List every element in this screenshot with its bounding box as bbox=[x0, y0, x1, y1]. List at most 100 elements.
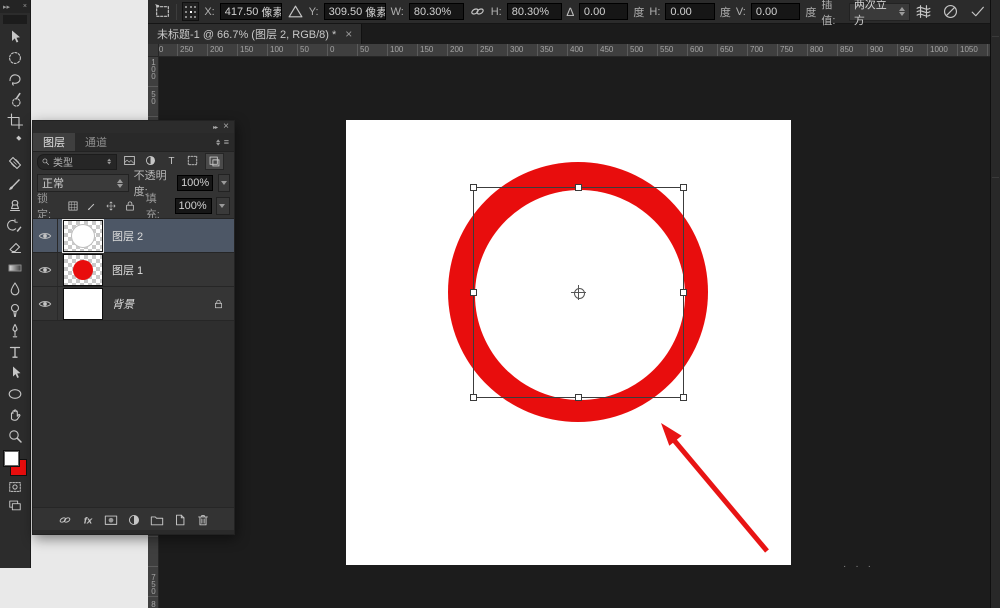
collapsed-panel-dock[interactable] bbox=[990, 0, 1000, 608]
smart-object-filter-icon[interactable] bbox=[205, 153, 224, 170]
spot-healing-brush-tool[interactable] bbox=[0, 152, 30, 173]
history-brush-tool[interactable] bbox=[0, 215, 30, 236]
opacity-field[interactable]: 100% bbox=[177, 175, 213, 191]
elliptical-marquee-tool[interactable] bbox=[0, 47, 30, 68]
close-panel-icon[interactable]: × bbox=[23, 3, 27, 10]
layers-panel-tabs: 图层 通道 ≡ bbox=[33, 133, 234, 152]
move-tool[interactable] bbox=[0, 26, 30, 47]
layer-visibility-toggle[interactable] bbox=[33, 219, 58, 252]
quick-selection-tool[interactable] bbox=[0, 89, 30, 110]
tab-close-icon[interactable]: × bbox=[345, 27, 352, 41]
free-transform-bounding-box[interactable] bbox=[473, 187, 684, 398]
vskew-field[interactable]: 0.00 bbox=[751, 3, 800, 20]
commit-transform-icon[interactable] bbox=[969, 3, 986, 20]
blur-tool[interactable] bbox=[0, 278, 30, 299]
transform-handle-bottom-left[interactable] bbox=[470, 394, 477, 401]
ruler-origin-corner[interactable] bbox=[148, 44, 159, 57]
layer-visibility-toggle[interactable] bbox=[33, 287, 58, 320]
transform-handle-middle-right[interactable] bbox=[680, 289, 687, 296]
x-position-field[interactable]: 417.50像素 bbox=[220, 3, 282, 20]
photoshop-app: X: 417.50像素 Y: 309.50像素 W: 80.30% H: 80.… bbox=[0, 0, 1000, 608]
h-ruler-label: 350 bbox=[540, 45, 553, 54]
warp-mode-toggle-icon[interactable] bbox=[915, 3, 932, 20]
gradient-tool[interactable] bbox=[0, 257, 30, 278]
pixel-layer-filter-icon[interactable] bbox=[121, 153, 138, 168]
adjustment-layer-icon[interactable] bbox=[126, 512, 142, 528]
quick-mask-button[interactable] bbox=[0, 478, 30, 496]
hskew-field[interactable]: 0.00 bbox=[665, 3, 714, 20]
ellipse-tool[interactable] bbox=[0, 383, 30, 404]
vskew-unit: 度 bbox=[805, 4, 816, 20]
collapse-panel-icon[interactable]: ▸▸ bbox=[3, 3, 10, 11]
tab-channels[interactable]: 通道 bbox=[75, 133, 117, 151]
panel-drag-bar[interactable] bbox=[3, 15, 27, 24]
link-layers-icon[interactable] bbox=[57, 512, 73, 528]
y-position-field[interactable]: 309.50像素 bbox=[324, 3, 386, 20]
hand-tool[interactable] bbox=[0, 404, 30, 425]
layer-filter-type-dropdown[interactable]: 类型 bbox=[37, 154, 117, 170]
transform-reference-point[interactable] bbox=[574, 288, 585, 299]
foreground-color-swatch[interactable] bbox=[3, 450, 20, 467]
transform-handle-bottom-right[interactable] bbox=[680, 394, 687, 401]
lock-all-icon[interactable] bbox=[123, 199, 138, 213]
screen-mode-button[interactable] bbox=[0, 496, 30, 514]
lock-position-icon[interactable] bbox=[104, 199, 119, 213]
type-layer-filter-icon[interactable]: T bbox=[163, 153, 180, 168]
eye-icon bbox=[38, 263, 52, 277]
path-selection-tool[interactable] bbox=[0, 362, 30, 383]
layer-thumbnail[interactable] bbox=[63, 288, 103, 320]
tab-layers[interactable]: 图层 bbox=[33, 133, 75, 151]
crop-tool[interactable] bbox=[0, 110, 30, 131]
dodge-tool[interactable] bbox=[0, 299, 30, 320]
type-tool[interactable] bbox=[0, 341, 30, 362]
brush-tool[interactable] bbox=[0, 173, 30, 194]
layer-name[interactable]: 背景 bbox=[112, 296, 134, 312]
transform-handle-top-middle[interactable] bbox=[575, 184, 582, 191]
layer-mask-icon[interactable] bbox=[103, 512, 119, 528]
cancel-transform-icon[interactable] bbox=[942, 3, 959, 20]
layer-thumbnail[interactable] bbox=[63, 220, 103, 252]
panel-resize-edge[interactable] bbox=[33, 530, 234, 534]
clone-stamp-tool[interactable] bbox=[0, 194, 30, 215]
layer-row-layer2[interactable]: 图层 2 bbox=[33, 219, 234, 253]
canvas[interactable] bbox=[346, 120, 791, 565]
fill-field[interactable]: 100% bbox=[175, 198, 213, 214]
eraser-tool[interactable] bbox=[0, 236, 30, 257]
height-field[interactable]: 80.30% bbox=[507, 3, 562, 20]
reference-point-locator[interactable] bbox=[182, 2, 199, 21]
layer-name[interactable]: 图层 2 bbox=[112, 228, 143, 244]
transform-handle-top-left[interactable] bbox=[470, 184, 477, 191]
layer-thumbnail[interactable] bbox=[63, 254, 103, 286]
transform-handle-bottom-middle[interactable] bbox=[575, 394, 582, 401]
rotate-field[interactable]: 0.00 bbox=[579, 3, 628, 20]
layer-group-icon[interactable] bbox=[149, 512, 165, 528]
lasso-tool[interactable] bbox=[0, 68, 30, 89]
shape-layer-filter-icon[interactable] bbox=[184, 153, 201, 168]
tools-palette: ▸▸ × bbox=[0, 0, 31, 568]
lock-transparency-icon[interactable] bbox=[66, 199, 81, 213]
layer-row-layer1[interactable]: 图层 1 bbox=[33, 253, 234, 287]
eyedropper-tool[interactable] bbox=[0, 131, 30, 152]
layer-row-background[interactable]: 背景 bbox=[33, 287, 234, 321]
new-layer-icon[interactable] bbox=[172, 512, 188, 528]
transform-handle-middle-left[interactable] bbox=[470, 289, 477, 296]
transform-handle-top-right[interactable] bbox=[680, 184, 687, 191]
close-panel-icon[interactable]: × bbox=[223, 122, 229, 132]
width-field[interactable]: 80.30% bbox=[409, 3, 464, 20]
interpolation-dropdown[interactable]: 两次立方 bbox=[849, 3, 910, 21]
delete-layer-icon[interactable] bbox=[195, 512, 211, 528]
adjustment-layer-filter-icon[interactable] bbox=[142, 153, 159, 168]
layer-style-icon[interactable]: fx bbox=[80, 512, 96, 528]
layer-name[interactable]: 图层 1 bbox=[112, 262, 143, 278]
relative-positioning-icon[interactable] bbox=[287, 3, 304, 20]
layer-visibility-toggle[interactable] bbox=[33, 253, 58, 286]
fill-dropdown-button[interactable] bbox=[216, 197, 230, 215]
zoom-tool[interactable] bbox=[0, 425, 30, 446]
maintain-aspect-ratio-icon[interactable] bbox=[469, 3, 486, 20]
collapse-panel-icon[interactable]: ▸▸ bbox=[213, 124, 217, 131]
document-tab[interactable]: 未标题-1 @ 66.7% (图层 2, RGB/8) * × bbox=[148, 24, 362, 44]
lock-image-icon[interactable] bbox=[85, 199, 100, 213]
panel-menu-icon[interactable]: ≡ bbox=[215, 133, 234, 151]
pen-tool[interactable] bbox=[0, 320, 30, 341]
opacity-dropdown-button[interactable] bbox=[218, 174, 230, 192]
